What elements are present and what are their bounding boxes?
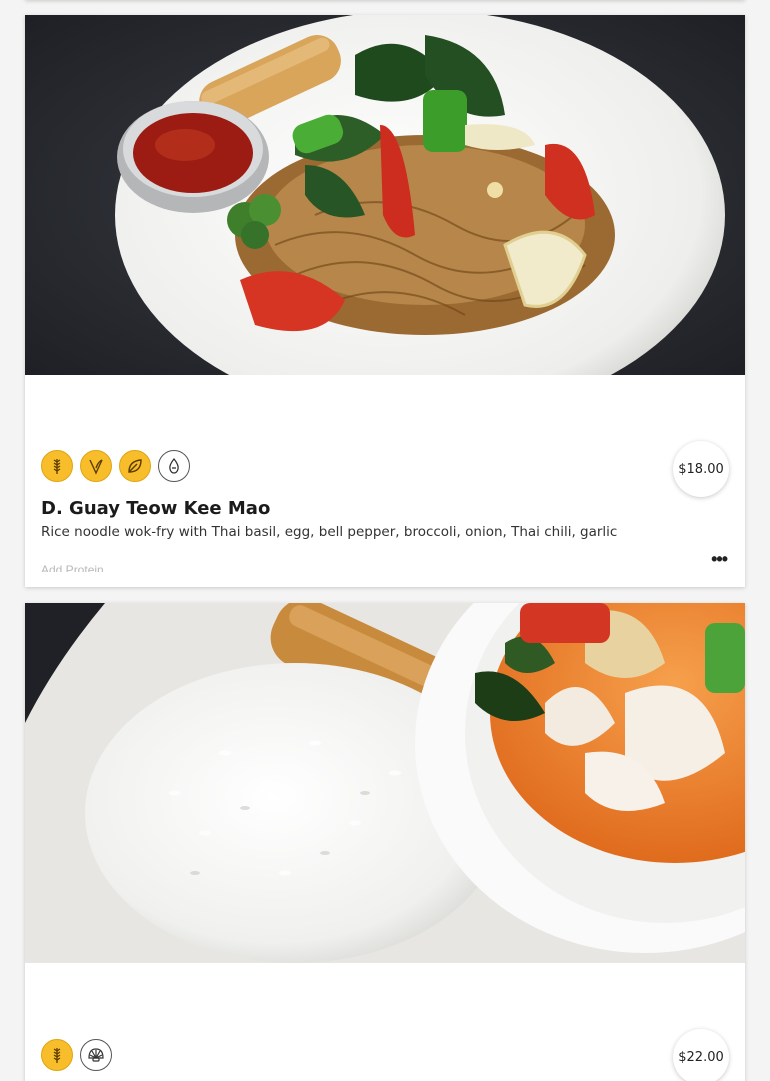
price-badge[interactable]: $22.00 (673, 1029, 729, 1081)
gluten-icon (41, 1039, 73, 1071)
price-badge[interactable]: $18.00 (673, 441, 729, 497)
gluten-icon (41, 450, 73, 482)
add-protein-hint: Add Protein (41, 563, 104, 572)
menu-page: $18.00 D. Guay Teow Kee Mao Rice noodle … (0, 0, 770, 1081)
more-options-icon[interactable]: ••• (711, 549, 728, 569)
item-description: Rice noodle wok-fry with Thai basil, egg… (41, 524, 618, 540)
vegetarian-icon (119, 450, 151, 482)
menu-item-photo (25, 603, 745, 963)
vegan-icon (80, 450, 112, 482)
dietary-icons (41, 450, 190, 482)
shellfish-icon (80, 1039, 112, 1071)
menu-item-card[interactable]: $22.00 (25, 603, 745, 1081)
item-title: D. Guay Teow Kee Mao (41, 498, 271, 519)
dietary-icons (41, 1039, 112, 1071)
menu-item-photo (25, 15, 745, 375)
menu-item-card[interactable]: $18.00 D. Guay Teow Kee Mao Rice noodle … (25, 15, 745, 587)
egg-icon (158, 450, 190, 482)
